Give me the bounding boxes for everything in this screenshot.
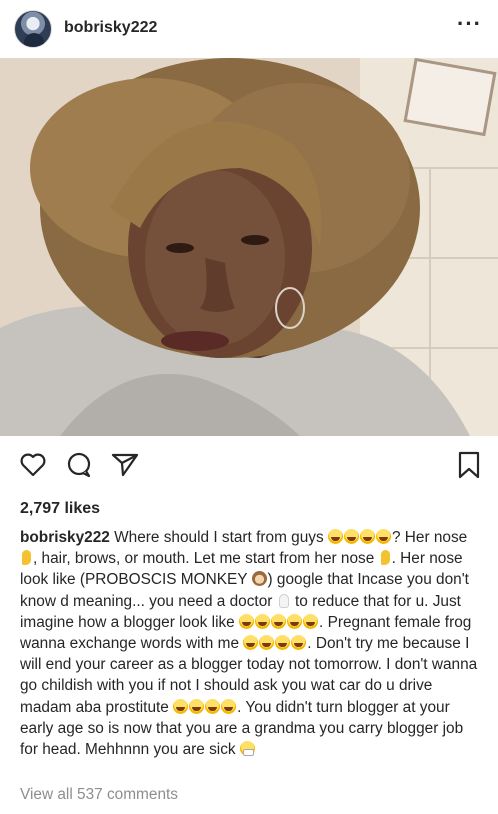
laughing-emoji-icon	[303, 613, 319, 629]
laughing-emoji-icon	[359, 529, 375, 544]
sick-emoji-icon	[239, 741, 255, 757]
caption-text: ?	[391, 529, 401, 546]
avatar[interactable]	[14, 10, 52, 48]
laughing-emoji-icon	[275, 635, 291, 651]
laughing-emoji-icon	[259, 635, 275, 651]
post-username[interactable]: bobrisky222	[64, 19, 157, 37]
laughing-emoji-icon	[205, 698, 221, 714]
laughing-emoji-icon	[221, 698, 237, 714]
nose-emoji-icon	[22, 550, 31, 566]
caption-text: , hair, brows, or mouth. Let me start fr…	[33, 550, 375, 568]
send-icon[interactable]	[108, 448, 142, 482]
comment-icon[interactable]	[62, 448, 96, 482]
laughing-emoji-icon	[343, 529, 359, 544]
laughing-emoji-icon	[189, 698, 205, 714]
tooth-emoji-icon	[278, 593, 289, 608]
post-photo[interactable]	[0, 58, 498, 436]
laughing-emoji-icon	[239, 613, 255, 629]
laughing-emoji-icon	[243, 635, 259, 651]
laughing-emoji-icon	[255, 613, 271, 629]
post-actions	[0, 448, 498, 492]
ellipsis-icon[interactable]: ···	[457, 13, 482, 35]
post-photo-image	[0, 58, 498, 436]
bookmark-icon[interactable]	[452, 448, 486, 482]
monkey-emoji-icon	[251, 571, 267, 587]
heart-icon[interactable]	[16, 448, 50, 482]
likes-count[interactable]: 2,797 likes	[20, 500, 100, 518]
laughing-emoji-icon	[173, 698, 189, 714]
post-header: bobrisky222 ···	[0, 0, 498, 58]
caption-username[interactable]: bobrisky222	[20, 529, 110, 546]
caption-text: Where should I start from guys	[114, 529, 324, 546]
post-caption: bobrisky222 Where should I start from gu…	[20, 527, 482, 760]
laughing-emoji-icon	[271, 613, 287, 629]
laughing-emoji-icon	[375, 529, 391, 544]
laughing-emoji-icon	[327, 529, 343, 544]
view-comments-link[interactable]: View all 537 comments	[20, 786, 178, 804]
nose-emoji-icon	[380, 550, 390, 566]
caption-text: Her nose	[404, 529, 468, 546]
laughing-emoji-icon	[291, 635, 307, 651]
laughing-emoji-icon	[287, 613, 303, 629]
